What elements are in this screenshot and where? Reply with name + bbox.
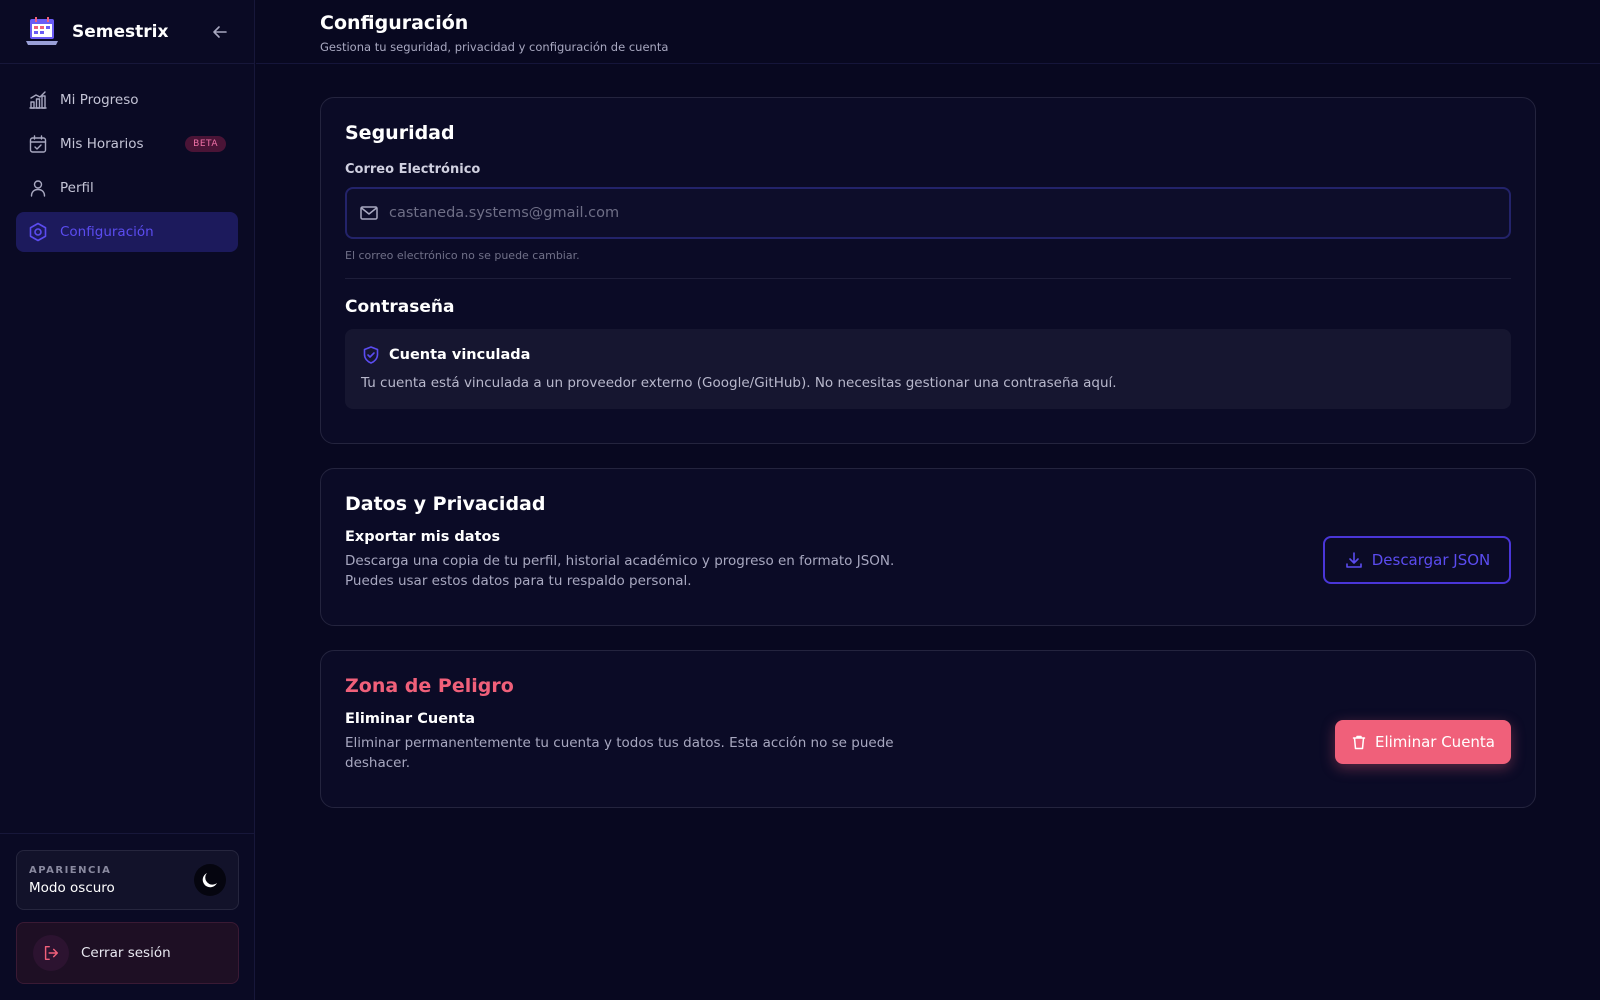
moon-icon bbox=[202, 873, 217, 888]
email-hint: El correo electrónico no se puede cambia… bbox=[345, 249, 580, 262]
sidebar-item-perfil[interactable]: Perfil bbox=[16, 168, 238, 208]
danger-title: Zona de Peligro bbox=[345, 675, 514, 697]
sidebar-item-label: Mi Progreso bbox=[60, 92, 139, 108]
mail-icon bbox=[360, 206, 378, 220]
sidebar-item-mi-progreso[interactable]: Mi Progreso bbox=[16, 80, 238, 120]
download-json-label: Descargar JSON bbox=[1371, 551, 1491, 569]
delete-account-label: Eliminar Cuenta bbox=[1374, 733, 1495, 751]
logout-label: Cerrar sesión bbox=[81, 945, 171, 961]
export-title: Exportar mis datos bbox=[345, 529, 501, 545]
appearance-toggle-card: APARIENCIA Modo oscuro bbox=[16, 850, 239, 910]
email-field-wrapper bbox=[345, 187, 1511, 239]
brand-header: Semestrix bbox=[0, 0, 254, 64]
arrow-left-icon[interactable] bbox=[210, 22, 230, 42]
appearance-caption: APARIENCIA bbox=[29, 864, 112, 876]
logout-button[interactable]: Cerrar sesión bbox=[16, 922, 239, 984]
settings-icon bbox=[29, 222, 47, 242]
danger-zone-card: Zona de Peligro Eliminar Cuenta Eliminar… bbox=[320, 650, 1536, 808]
delete-account-title: Eliminar Cuenta bbox=[345, 711, 476, 727]
download-json-button[interactable]: Descargar JSON bbox=[1323, 536, 1511, 584]
logout-icon-wrapper bbox=[33, 935, 69, 971]
linked-account-title: Cuenta vinculada bbox=[389, 347, 531, 363]
sidebar-item-label: Configuración bbox=[60, 224, 154, 240]
email-label: Correo Electrónico bbox=[345, 162, 481, 177]
sidebar-item-mis-horarios[interactable]: Mis Horarios BETA bbox=[16, 124, 238, 164]
brand-name: Semestrix bbox=[72, 21, 169, 42]
page-title: Configuración bbox=[320, 12, 469, 34]
shield-check-icon bbox=[363, 346, 379, 364]
email-field[interactable] bbox=[389, 205, 1497, 221]
privacy-card: Datos y Privacidad Exportar mis datos De… bbox=[320, 468, 1536, 626]
page-header: Configuración Gestiona tu seguridad, pri… bbox=[256, 0, 1600, 64]
security-title: Seguridad bbox=[345, 122, 455, 144]
section-divider bbox=[345, 278, 1511, 279]
laptop-calendar-logo-icon bbox=[26, 16, 58, 45]
logout-icon bbox=[44, 945, 59, 961]
calendar-check-icon bbox=[29, 135, 47, 153]
password-title: Contraseña bbox=[345, 297, 455, 317]
delete-account-button[interactable]: Eliminar Cuenta bbox=[1335, 720, 1511, 764]
beta-badge: BETA bbox=[185, 136, 226, 152]
sidebar-item-label: Perfil bbox=[60, 180, 94, 196]
delete-account-description: Eliminar permanentemente tu cuenta y tod… bbox=[345, 735, 894, 771]
download-icon bbox=[1345, 552, 1362, 568]
security-card: Seguridad Correo Electrónico El correo e… bbox=[320, 97, 1536, 444]
sidebar-item-label: Mis Horarios bbox=[60, 136, 144, 152]
sidebar-bottom: APARIENCIA Modo oscuro Cerrar sesión bbox=[0, 833, 255, 1000]
privacy-title: Datos y Privacidad bbox=[345, 493, 546, 515]
sidebar-nav: Mi Progreso Mis Horarios BETA Perfil Con… bbox=[0, 64, 254, 272]
theme-toggle-button[interactable] bbox=[194, 864, 226, 896]
chart-icon bbox=[29, 91, 47, 109]
page-subtitle: Gestiona tu seguridad, privacidad y conf… bbox=[320, 40, 669, 54]
linked-account-notice: Cuenta vinculada Tu cuenta está vinculad… bbox=[345, 329, 1511, 409]
sidebar: Semestrix Mi Progreso Mis Horarios BETA … bbox=[0, 0, 255, 1000]
appearance-mode: Modo oscuro bbox=[29, 879, 115, 896]
sidebar-item-configuracion[interactable]: Configuración bbox=[16, 212, 238, 252]
linked-account-description: Tu cuenta está vinculada a un proveedor … bbox=[361, 375, 1117, 391]
export-description: Descarga una copia de tu perfil, histori… bbox=[345, 553, 895, 589]
trash-icon bbox=[1352, 735, 1366, 750]
user-icon bbox=[30, 180, 46, 197]
